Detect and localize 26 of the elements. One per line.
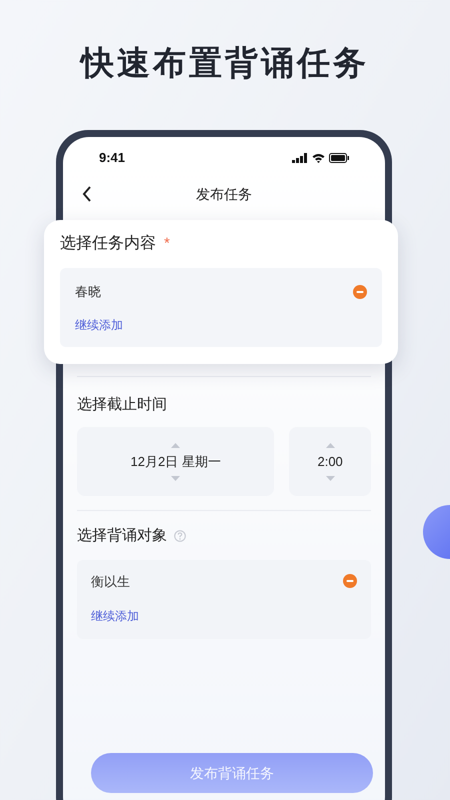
down-arrow-icon[interactable] [171,476,180,480]
signal-icon [292,152,308,162]
date-picker[interactable]: 12月2日 星期一 [77,427,274,496]
remove-icon[interactable] [343,574,357,588]
add-more-link[interactable]: 继续添加 [91,607,139,625]
headline: 快速布置背诵任务 [81,42,369,84]
list-item: 春晓 [75,283,101,301]
up-arrow-icon[interactable] [326,442,335,448]
add-more-link[interactable]: 继续添加 [75,316,123,334]
section-title: 选择背诵对象 [77,526,167,546]
battery-icon [329,152,349,162]
section-title: 选择任务内容 [60,234,156,254]
status-time: 9:41 [99,148,126,167]
time-value: 2:00 [317,452,343,470]
time-picker[interactable]: 2:00 [289,427,371,496]
back-icon[interactable] [82,186,92,202]
remove-icon[interactable] [353,284,367,299]
section-title: 选择截止时间 [77,396,167,413]
date-value: 12月2日 星期一 [130,452,221,470]
list-item: 衡以生 [91,572,130,590]
down-arrow-icon[interactable] [326,476,335,480]
wifi-icon [312,152,325,162]
up-arrow-icon[interactable] [171,442,180,448]
help-icon[interactable] [174,530,186,542]
required-mark: * [164,234,170,254]
page-title: 发布任务 [196,184,252,204]
